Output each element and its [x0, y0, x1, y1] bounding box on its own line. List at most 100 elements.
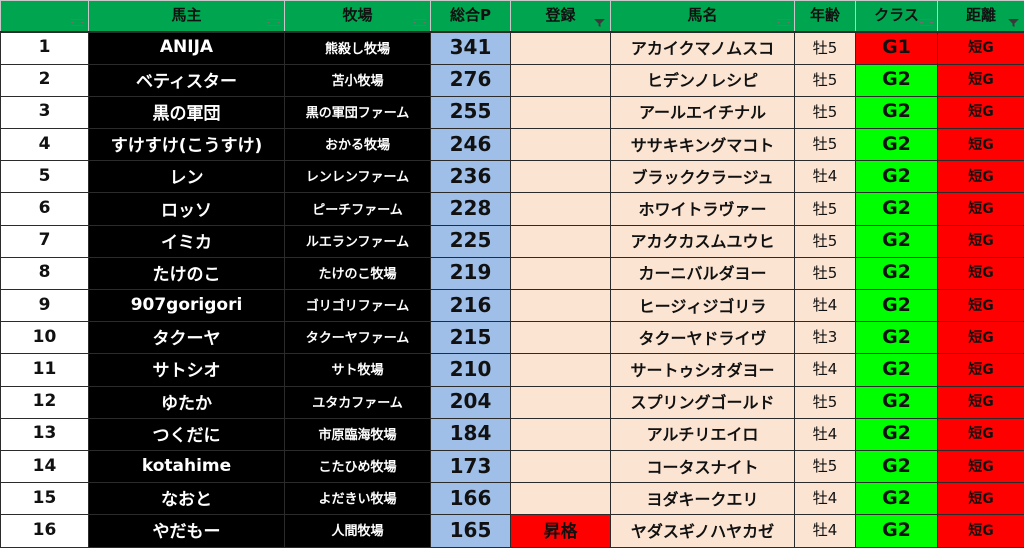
class-cell[interactable]: G2 — [855, 95, 938, 130]
owner-cell[interactable]: サトシオ — [88, 353, 285, 387]
distance-cell[interactable]: 短G — [937, 514, 1024, 548]
distance-cell[interactable]: 短G — [937, 95, 1024, 130]
rank-cell[interactable]: 16 — [0, 514, 89, 548]
class-cell[interactable]: G2 — [855, 63, 938, 97]
rank-cell[interactable]: 7 — [0, 224, 89, 258]
distance-cell[interactable]: 短G — [937, 256, 1024, 291]
rank-cell[interactable]: 11 — [0, 353, 89, 387]
farm-cell[interactable]: ユタカファーム — [284, 385, 431, 419]
owner-cell[interactable]: タクーヤ — [88, 321, 285, 355]
registration-cell[interactable] — [510, 385, 611, 419]
filter-applied-icon[interactable] — [1007, 18, 1020, 28]
points-cell[interactable]: 210 — [430, 353, 511, 387]
age-cell[interactable]: 牡5 — [794, 31, 856, 65]
points-cell[interactable]: 184 — [430, 417, 511, 451]
registration-cell[interactable] — [510, 224, 611, 258]
class-cell[interactable]: G2 — [855, 482, 938, 516]
class-cell[interactable]: G2 — [855, 449, 938, 484]
class-cell[interactable]: G2 — [855, 514, 938, 548]
points-cell[interactable]: 166 — [430, 482, 511, 516]
distance-cell[interactable]: 短G — [937, 449, 1024, 484]
horse-name-cell[interactable]: ササキキングマコト — [610, 128, 795, 162]
horse-name-cell[interactable]: カーニバルダヨー — [610, 256, 795, 291]
points-cell[interactable]: 204 — [430, 385, 511, 419]
distance-cell[interactable]: 短G — [937, 288, 1024, 323]
filter-applied-icon[interactable] — [593, 18, 606, 28]
distance-cell[interactable]: 短G — [937, 160, 1024, 194]
points-cell[interactable]: 236 — [430, 160, 511, 194]
owner-cell[interactable]: ベティスター — [88, 63, 285, 97]
registration-cell[interactable] — [510, 160, 611, 194]
rank-cell[interactable]: 1 — [0, 31, 89, 65]
age-cell[interactable]: 牡4 — [794, 482, 856, 516]
filter-dropdown-icon[interactable] — [777, 18, 790, 28]
farm-cell[interactable]: 黒の軍団ファーム — [284, 95, 431, 130]
rank-cell[interactable]: 4 — [0, 128, 89, 162]
age-cell[interactable]: 牡3 — [794, 321, 856, 355]
age-cell[interactable]: 牡5 — [794, 63, 856, 97]
owner-cell[interactable]: 907gorigori — [88, 288, 285, 323]
class-cell[interactable]: G2 — [855, 321, 938, 355]
horse-name-cell[interactable]: ヒデンノレシピ — [610, 63, 795, 97]
owner-cell[interactable]: たけのこ — [88, 256, 285, 291]
points-cell[interactable]: 341 — [430, 31, 511, 65]
horse-name-cell[interactable]: コータスナイト — [610, 449, 795, 484]
horse-name-cell[interactable]: タクーヤドライヴ — [610, 321, 795, 355]
registration-cell[interactable] — [510, 449, 611, 484]
farm-cell[interactable]: ルエランファーム — [284, 224, 431, 258]
owner-cell[interactable]: やだもー — [88, 514, 285, 548]
class-cell[interactable]: G2 — [855, 417, 938, 451]
rank-cell[interactable]: 14 — [0, 449, 89, 484]
registration-cell[interactable] — [510, 63, 611, 97]
horse-name-cell[interactable]: アールエイチナル — [610, 95, 795, 130]
horse-name-cell[interactable]: アカイクマノムスコ — [610, 31, 795, 65]
horse-name-cell[interactable]: スプリングゴールド — [610, 385, 795, 419]
farm-cell[interactable]: 市原臨海牧場 — [284, 417, 431, 451]
distance-cell[interactable]: 短G — [937, 224, 1024, 258]
age-cell[interactable]: 牡5 — [794, 385, 856, 419]
points-cell[interactable]: 276 — [430, 63, 511, 97]
filter-dropdown-icon[interactable] — [920, 18, 933, 28]
farm-cell[interactable]: 熊殺し牧場 — [284, 31, 431, 65]
farm-cell[interactable]: こたひめ牧場 — [284, 449, 431, 484]
registration-cell[interactable] — [510, 31, 611, 65]
rank-cell[interactable]: 12 — [0, 385, 89, 419]
class-cell[interactable]: G2 — [855, 192, 938, 226]
distance-cell[interactable]: 短G — [937, 353, 1024, 387]
rank-cell[interactable]: 2 — [0, 63, 89, 97]
points-cell[interactable]: 246 — [430, 128, 511, 162]
farm-cell[interactable]: タクーヤファーム — [284, 321, 431, 355]
age-cell[interactable]: 牡4 — [794, 417, 856, 451]
registration-cell[interactable] — [510, 192, 611, 226]
horse-name-cell[interactable]: ヤダスギノハヤカゼ — [610, 514, 795, 548]
rank-cell[interactable]: 5 — [0, 160, 89, 194]
points-cell[interactable]: 215 — [430, 321, 511, 355]
class-cell[interactable]: G2 — [855, 160, 938, 194]
age-cell[interactable]: 牡5 — [794, 95, 856, 130]
distance-cell[interactable]: 短G — [937, 482, 1024, 516]
points-cell[interactable]: 225 — [430, 224, 511, 258]
rank-cell[interactable]: 6 — [0, 192, 89, 226]
rank-cell[interactable]: 15 — [0, 482, 89, 516]
horse-name-cell[interactable]: ヨダキークエリ — [610, 482, 795, 516]
points-cell[interactable]: 216 — [430, 288, 511, 323]
points-cell[interactable]: 255 — [430, 95, 511, 130]
class-cell[interactable]: G1 — [855, 31, 938, 65]
age-cell[interactable]: 牡4 — [794, 288, 856, 323]
farm-cell[interactable]: ピーチファーム — [284, 192, 431, 226]
points-cell[interactable]: 228 — [430, 192, 511, 226]
distance-cell[interactable]: 短G — [937, 385, 1024, 419]
points-cell[interactable]: 173 — [430, 449, 511, 484]
age-cell[interactable]: 牡5 — [794, 128, 856, 162]
distance-cell[interactable]: 短G — [937, 417, 1024, 451]
age-cell[interactable]: 牡4 — [794, 160, 856, 194]
horse-name-cell[interactable]: ホワイトラヴァー — [610, 192, 795, 226]
farm-cell[interactable]: おかる牧場 — [284, 128, 431, 162]
owner-cell[interactable]: レン — [88, 160, 285, 194]
age-cell[interactable]: 牡4 — [794, 353, 856, 387]
rank-cell[interactable]: 3 — [0, 95, 89, 130]
farm-cell[interactable]: 苫小牧場 — [284, 63, 431, 97]
owner-cell[interactable]: なおと — [88, 482, 285, 516]
owner-cell[interactable]: すけすけ(こうすけ) — [88, 128, 285, 162]
class-cell[interactable]: G2 — [855, 288, 938, 323]
